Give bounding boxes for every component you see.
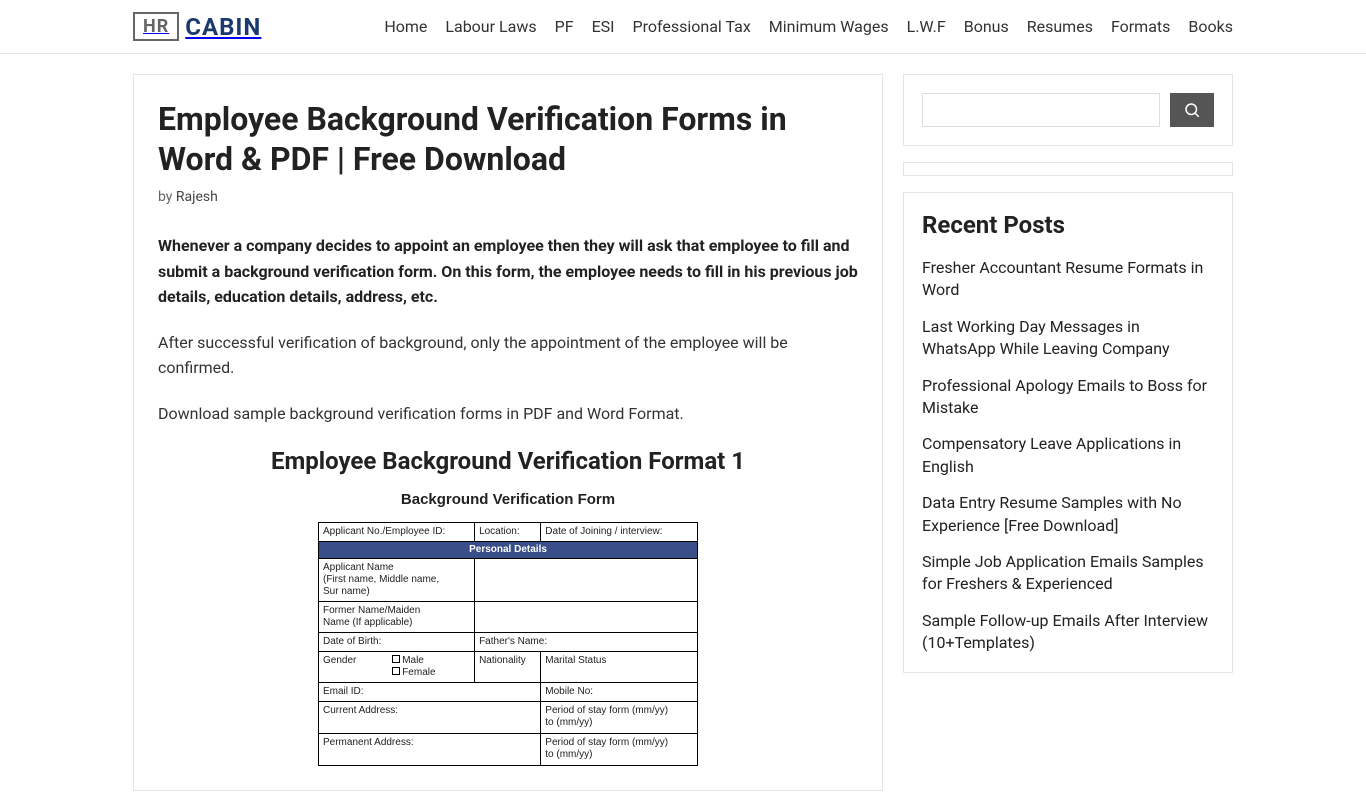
recent-post-link[interactable]: Compensatory Leave Applications in Engli… [922,434,1181,475]
recent-posts-widget: Recent Posts Fresher Accountant Resume F… [903,192,1233,673]
article-main: Employee Background Verification Forms i… [133,74,883,791]
site-header: HR CABIN Home Labour Laws PF ESI Profess… [0,0,1366,54]
article-byline: by Rajesh [158,189,858,205]
search-widget [903,74,1233,146]
recent-post-link[interactable]: Sample Follow-up Emails After Interview … [922,611,1208,652]
form-preview-image: Background Verification Form Applicant N… [318,491,698,766]
recent-post-link[interactable]: Professional Apology Emails to Boss for … [922,376,1207,417]
recent-posts-title: Recent Posts [922,211,1214,239]
search-icon [1183,101,1201,119]
nav-formats[interactable]: Formats [1111,17,1170,36]
article-title: Employee Background Verification Forms i… [158,99,858,179]
search-input[interactable] [922,93,1160,127]
form-preview-title: Background Verification Form [318,491,698,508]
search-button[interactable] [1170,93,1214,127]
recent-posts-list: Fresher Accountant Resume Formats in Wor… [922,257,1214,654]
sidebar: Recent Posts Fresher Accountant Resume F… [903,74,1233,673]
form-table: Applicant No./Employee ID: Location: Dat… [318,522,698,766]
nav-books[interactable]: Books [1188,17,1233,36]
nav-professional-tax[interactable]: Professional Tax [633,17,751,36]
site-logo[interactable]: HR CABIN [133,12,261,41]
empty-widget [903,162,1233,176]
nav-minimum-wages[interactable]: Minimum Wages [769,17,889,36]
nav-lwf[interactable]: L.W.F [907,17,946,36]
paragraph-3: Download sample background verification … [158,401,858,427]
nav-home[interactable]: Home [384,17,427,36]
format-heading: Employee Background Verification Format … [158,447,858,475]
recent-post-link[interactable]: Data Entry Resume Samples with No Experi… [922,493,1182,534]
recent-post-link[interactable]: Last Working Day Messages in WhatsApp Wh… [922,317,1170,358]
nav-labour-laws[interactable]: Labour Laws [445,17,536,36]
logo-part-cabin: CABIN [185,13,261,41]
recent-post-link[interactable]: Fresher Accountant Resume Formats in Wor… [922,258,1203,299]
nav-pf[interactable]: PF [555,17,574,36]
primary-nav: Home Labour Laws PF ESI Professional Tax… [384,17,1233,36]
nav-bonus[interactable]: Bonus [964,17,1009,36]
logo-part-hr: HR [133,12,179,41]
intro-paragraph: Whenever a company decides to appoint an… [158,233,858,310]
nav-esi[interactable]: ESI [592,17,615,36]
nav-resumes[interactable]: Resumes [1027,17,1093,36]
recent-post-link[interactable]: Simple Job Application Emails Samples fo… [922,552,1204,593]
paragraph-2: After successful verification of backgro… [158,330,858,381]
author-link[interactable]: Rajesh [176,189,218,205]
